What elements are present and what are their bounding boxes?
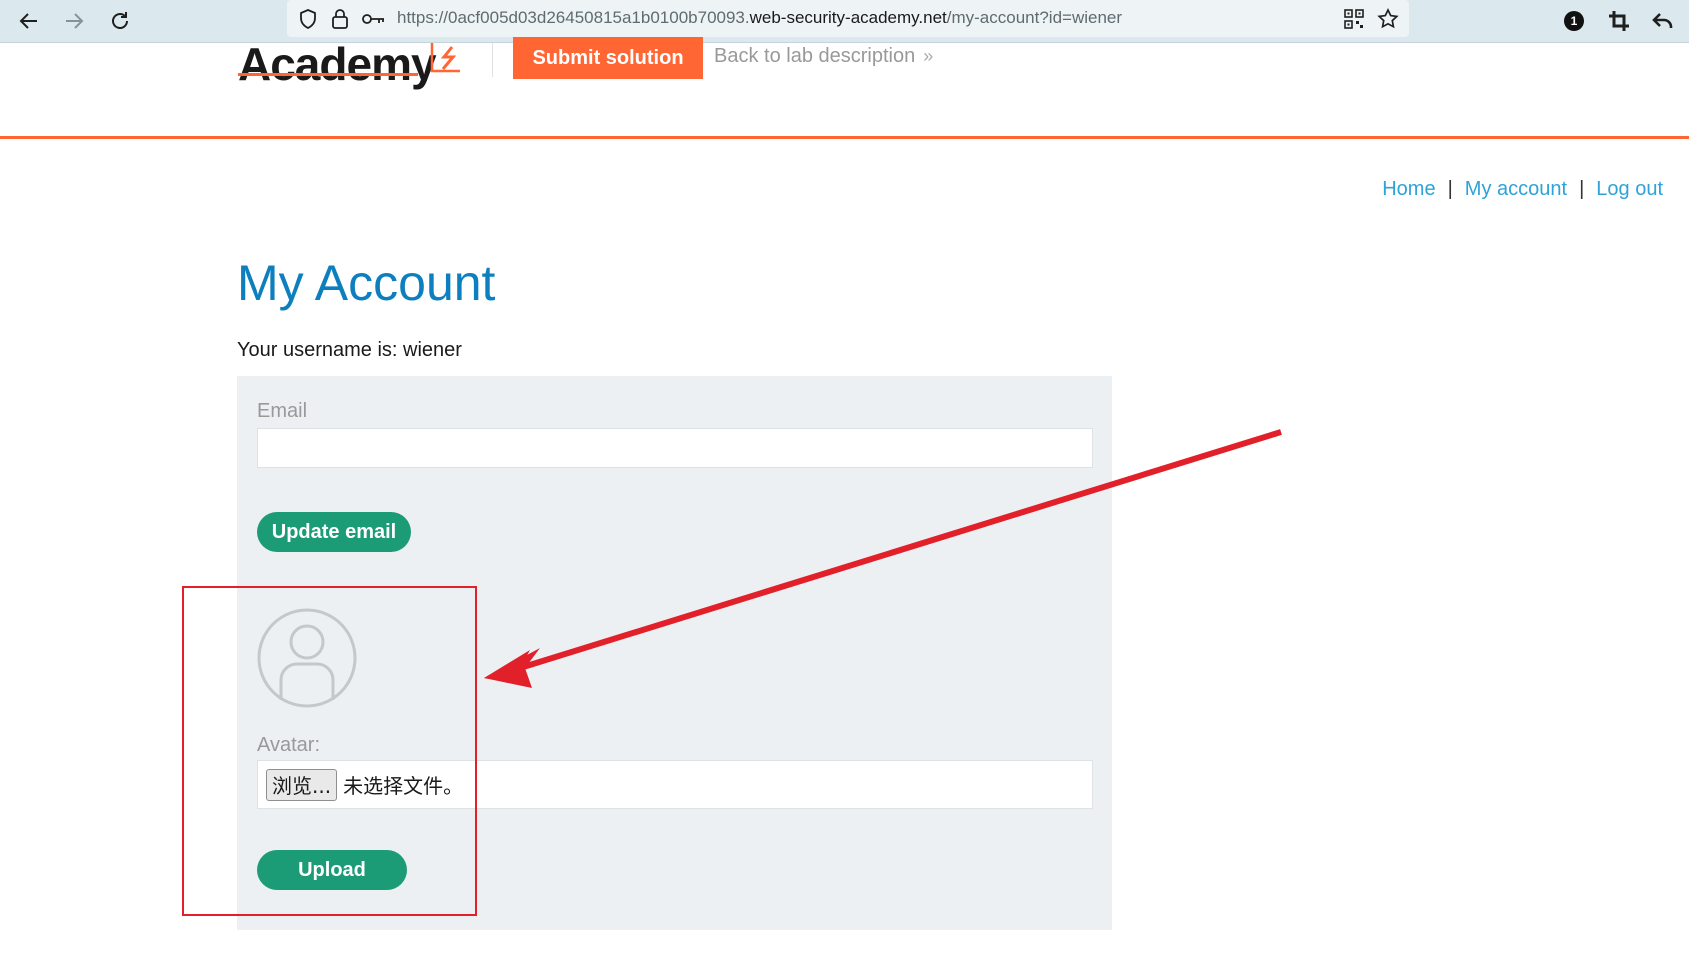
url-path: /my-account?id=wiener — [946, 8, 1123, 27]
update-email-button[interactable]: Update email — [257, 512, 411, 552]
email-input[interactable] — [257, 428, 1093, 468]
shield-icon[interactable] — [295, 6, 321, 32]
extension-badge-icon[interactable]: 1 — [1557, 4, 1591, 38]
key-icon[interactable] — [361, 6, 387, 32]
forward-arrow-icon[interactable] — [57, 4, 91, 38]
top-nav: Home | My account | Log out — [1382, 178, 1663, 201]
annotation-highlight-box — [182, 586, 477, 916]
qr-code-icon[interactable] — [1341, 6, 1367, 32]
url-domain: web-security-academy.net — [749, 8, 947, 27]
page-title: My Account — [237, 255, 496, 311]
lock-icon[interactable] — [327, 6, 353, 32]
crop-icon[interactable] — [1602, 4, 1636, 38]
undo-icon[interactable] — [1646, 4, 1680, 38]
submit-solution-button[interactable]: Submit solution — [513, 37, 703, 79]
email-label: Email — [257, 400, 308, 422]
header-divider — [492, 43, 493, 77]
url-text[interactable]: https://0acf005d03d26450815a1b0100b70093… — [397, 8, 1122, 28]
nav-separator: | — [1579, 178, 1585, 200]
bookmark-star-icon[interactable] — [1375, 6, 1401, 32]
reload-icon[interactable] — [103, 4, 137, 38]
extension-badge-count: 1 — [1570, 14, 1578, 28]
back-arrow-icon[interactable] — [12, 4, 46, 38]
url-bar[interactable]: https://0acf005d03d26450815a1b0100b70093… — [287, 0, 1409, 37]
back-to-lab-link[interactable]: Back to lab description » — [714, 45, 933, 68]
logo-underline — [238, 73, 418, 76]
lab-header: Academy Submit solution Back to lab desc… — [0, 37, 1689, 139]
academy-logo-mark-icon — [428, 41, 464, 75]
nav-home-link[interactable]: Home — [1382, 178, 1435, 200]
nav-log-out-link[interactable]: Log out — [1596, 178, 1663, 200]
nav-my-account-link[interactable]: My account — [1465, 178, 1567, 200]
back-to-lab-label: Back to lab description — [714, 45, 916, 67]
url-prefix: https://0acf005d03d26450815a1b0100b70093… — [397, 8, 750, 27]
academy-logo[interactable]: Academy — [238, 37, 437, 91]
username-text: Your username is: wiener — [237, 339, 462, 361]
chevron-right-double-icon: » — [923, 46, 934, 66]
nav-separator: | — [1447, 178, 1453, 200]
